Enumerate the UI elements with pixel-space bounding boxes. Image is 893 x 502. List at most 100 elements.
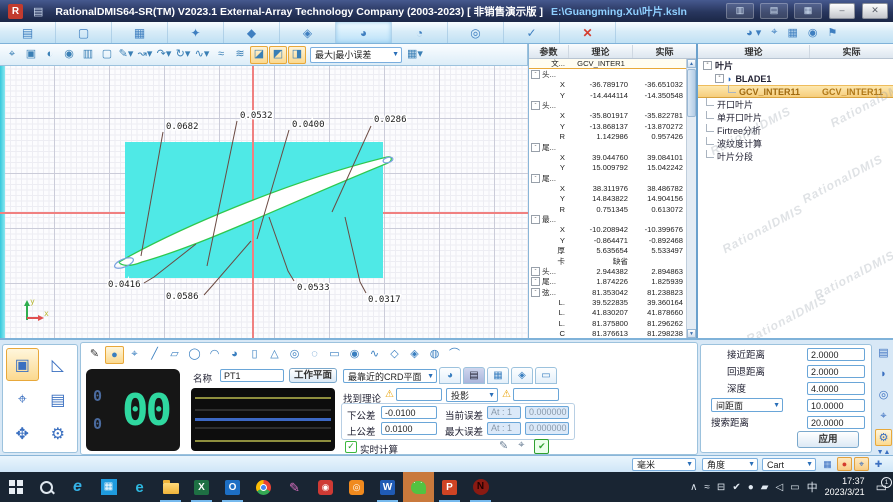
taskbar-photos-app[interactable]: ▦ — [93, 472, 124, 502]
collapse-icon[interactable]: - — [531, 215, 540, 224]
table-row[interactable]: L.81.37580081.296262 — [529, 318, 687, 328]
graphics-viewport[interactable]: 0.06820.05320.04000.02860.04160.05860.05… — [0, 66, 528, 338]
table-row[interactable]: -头... — [529, 69, 687, 79]
tray-battery[interactable]: ▰ — [761, 482, 769, 493]
coordinate-combo[interactable]: Cart ▼ — [762, 458, 816, 471]
tool-status-button[interactable]: ✚ — [871, 457, 886, 471]
geom-slot[interactable]: ◌ — [305, 346, 324, 364]
taskbar-word[interactable]: W — [372, 472, 403, 502]
table-row[interactable]: Y14.84382214.904156 — [529, 194, 687, 204]
taskbar-start[interactable] — [0, 472, 31, 502]
table-row[interactable]: -尾... — [529, 173, 687, 183]
toolbar-fit-view[interactable]: ⌖ — [3, 46, 21, 64]
toolbar-profile-pen[interactable]: ◩ — [269, 46, 287, 64]
geom-cylinder[interactable]: ▯ — [245, 346, 264, 364]
table-row[interactable]: C81.37661381.298238 — [529, 328, 687, 338]
taskbar-file-explorer[interactable] — [155, 472, 186, 502]
params-scrollbar[interactable]: ▲ ▼ — [686, 59, 696, 338]
tray-touch[interactable]: ≈ — [704, 482, 710, 493]
units-combo[interactable]: 毫米 ▼ — [632, 458, 696, 471]
table-row[interactable]: Y15.00979215.042242 — [529, 163, 687, 173]
menu-icon[interactable]: ▤ — [33, 5, 43, 18]
app-icon[interactable]: R — [8, 4, 23, 19]
table-row[interactable]: 卡缺省 — [529, 256, 687, 266]
taskbar-internet-explorer[interactable]: e — [62, 472, 93, 502]
tree-item-5[interactable]: 叶片分段 — [698, 150, 893, 163]
ribbon-tab-measure[interactable]: ◆ — [224, 22, 280, 43]
ribbon-tab-exit[interactable]: ✕ — [560, 22, 616, 43]
panel-tab-graph-tab[interactable]: ▤ — [463, 367, 485, 384]
table-row[interactable]: Y-0.864471-0.892468 — [529, 235, 687, 245]
collapse-icon[interactable]: - — [531, 143, 540, 152]
toolbar-pan[interactable]: ◐ — [41, 46, 59, 64]
scroll-down-icon[interactable]: ▼ — [687, 329, 696, 338]
realtime-checkbox[interactable]: ✓ — [345, 441, 357, 453]
geom-cone[interactable]: △ — [265, 346, 284, 364]
lower-tolerance-input[interactable] — [381, 406, 437, 419]
upper-tolerance-input[interactable] — [381, 422, 437, 435]
collapse-icon[interactable]: - — [715, 74, 724, 83]
geom-polygon[interactable]: ◇ — [385, 346, 404, 364]
actual-col-header[interactable]: 实际 — [633, 45, 696, 58]
view-tool-window-view[interactable]: ▦ — [787, 26, 797, 39]
table-row[interactable]: L.39.52283539.360164 — [529, 297, 687, 307]
table-row[interactable]: 文...GCV_INTER1 — [529, 59, 687, 69]
collapse-icon[interactable]: - — [531, 267, 540, 276]
toolbar-scan-closed[interactable]: ≋ — [231, 46, 249, 64]
table-row[interactable]: -头... — [529, 100, 687, 110]
probe-side-button[interactable]: ◗ — [875, 366, 892, 383]
collapse-icon[interactable]: - — [531, 174, 540, 183]
geom-auto-measure[interactable]: ✎ — [85, 346, 104, 364]
grid-toggle-button[interactable]: ▦ — [820, 457, 835, 471]
taskbar-rationaldmis[interactable]: N — [465, 472, 496, 502]
taskbar-search[interactable] — [31, 472, 62, 502]
tray-message[interactable]: ● — [748, 482, 754, 493]
view-tool-camera-view[interactable]: ◉ — [808, 26, 818, 39]
panel-tab-window-tab[interactable]: ▦ — [487, 367, 509, 384]
view-tool-probe-view[interactable]: ◕ ▾ — [746, 26, 761, 39]
settings-input[interactable]: 2.0000 — [807, 348, 865, 361]
apply-button[interactable]: 应用 — [797, 431, 859, 448]
tree-item-1[interactable]: 开口叶片 — [698, 98, 893, 111]
probe-angle-button[interactable]: ⌖ — [854, 457, 869, 471]
taskbar-clock[interactable]: 17:37 2023/3/21 — [825, 476, 865, 498]
toolbar-curve-section[interactable]: ↷▾ — [155, 46, 173, 64]
angle-combo[interactable]: 角度 ▼ — [702, 458, 758, 471]
theoretical-col-header[interactable]: 理论 — [569, 45, 633, 58]
toolbar-curve-rotate[interactable]: ↻▾ — [174, 46, 192, 64]
zoom-side-button[interactable]: ◎ — [875, 387, 892, 404]
ribbon-tab-check[interactable]: ✓ — [504, 22, 560, 43]
notification-icon[interactable]: ▭1 — [876, 480, 887, 494]
table-row[interactable]: 厚5.6356545.533497 — [529, 245, 687, 255]
axes-tool-button[interactable]: ✥ — [6, 418, 39, 449]
table-row[interactable]: L.41.83020741.878660 — [529, 308, 687, 318]
geom-line[interactable]: ╱ — [145, 346, 164, 364]
tree-item-4[interactable]: 波纹度计算 — [698, 137, 893, 150]
solve-mode-combo[interactable]: 最靠近的CRD平面 ▼ — [343, 369, 437, 383]
geom-sphere[interactable]: ◕ — [225, 346, 244, 364]
collapse-icon[interactable]: - — [531, 277, 540, 286]
geom-rect-slot[interactable]: ▭ — [325, 346, 344, 364]
ribbon-tab-view[interactable]: ◕ — [336, 22, 392, 43]
find-theoretical-input-2[interactable] — [513, 388, 559, 401]
geom-torus[interactable]: ◎ — [285, 346, 304, 364]
error-mode-combo[interactable]: 最大|最小误差 ▼ — [310, 47, 402, 63]
geom-arc[interactable]: ◠ — [205, 346, 224, 364]
spacing-input[interactable]: 10.0000 — [807, 399, 865, 412]
probe-mode-button[interactable]: ▣ — [6, 348, 39, 381]
tray-expand[interactable]: ∧ — [690, 482, 697, 493]
taskbar-powerpoint[interactable]: P — [434, 472, 465, 502]
tray-display[interactable]: ▭ — [790, 482, 799, 493]
table-row[interactable]: -弦...81.35304281.238823 — [529, 287, 687, 297]
taskbar-outlook[interactable]: O — [217, 472, 248, 502]
collapse-icon[interactable]: - — [531, 288, 540, 297]
taskbar-chrome[interactable] — [248, 472, 279, 502]
view-tool-label-view[interactable]: ⚑ — [827, 26, 837, 39]
edit-report-button[interactable]: ✎ — [499, 439, 508, 454]
toolbar-curve-point[interactable]: ↝▾ — [136, 46, 154, 64]
find-theoretical-input[interactable] — [396, 388, 442, 401]
tray-wechat[interactable]: ✔ — [732, 482, 740, 493]
tree-theoretical-header[interactable]: 理论 — [698, 45, 810, 58]
ribbon-tab-document[interactable]: ▢ — [56, 22, 112, 43]
tray-volume[interactable]: ◁ — [775, 482, 783, 493]
